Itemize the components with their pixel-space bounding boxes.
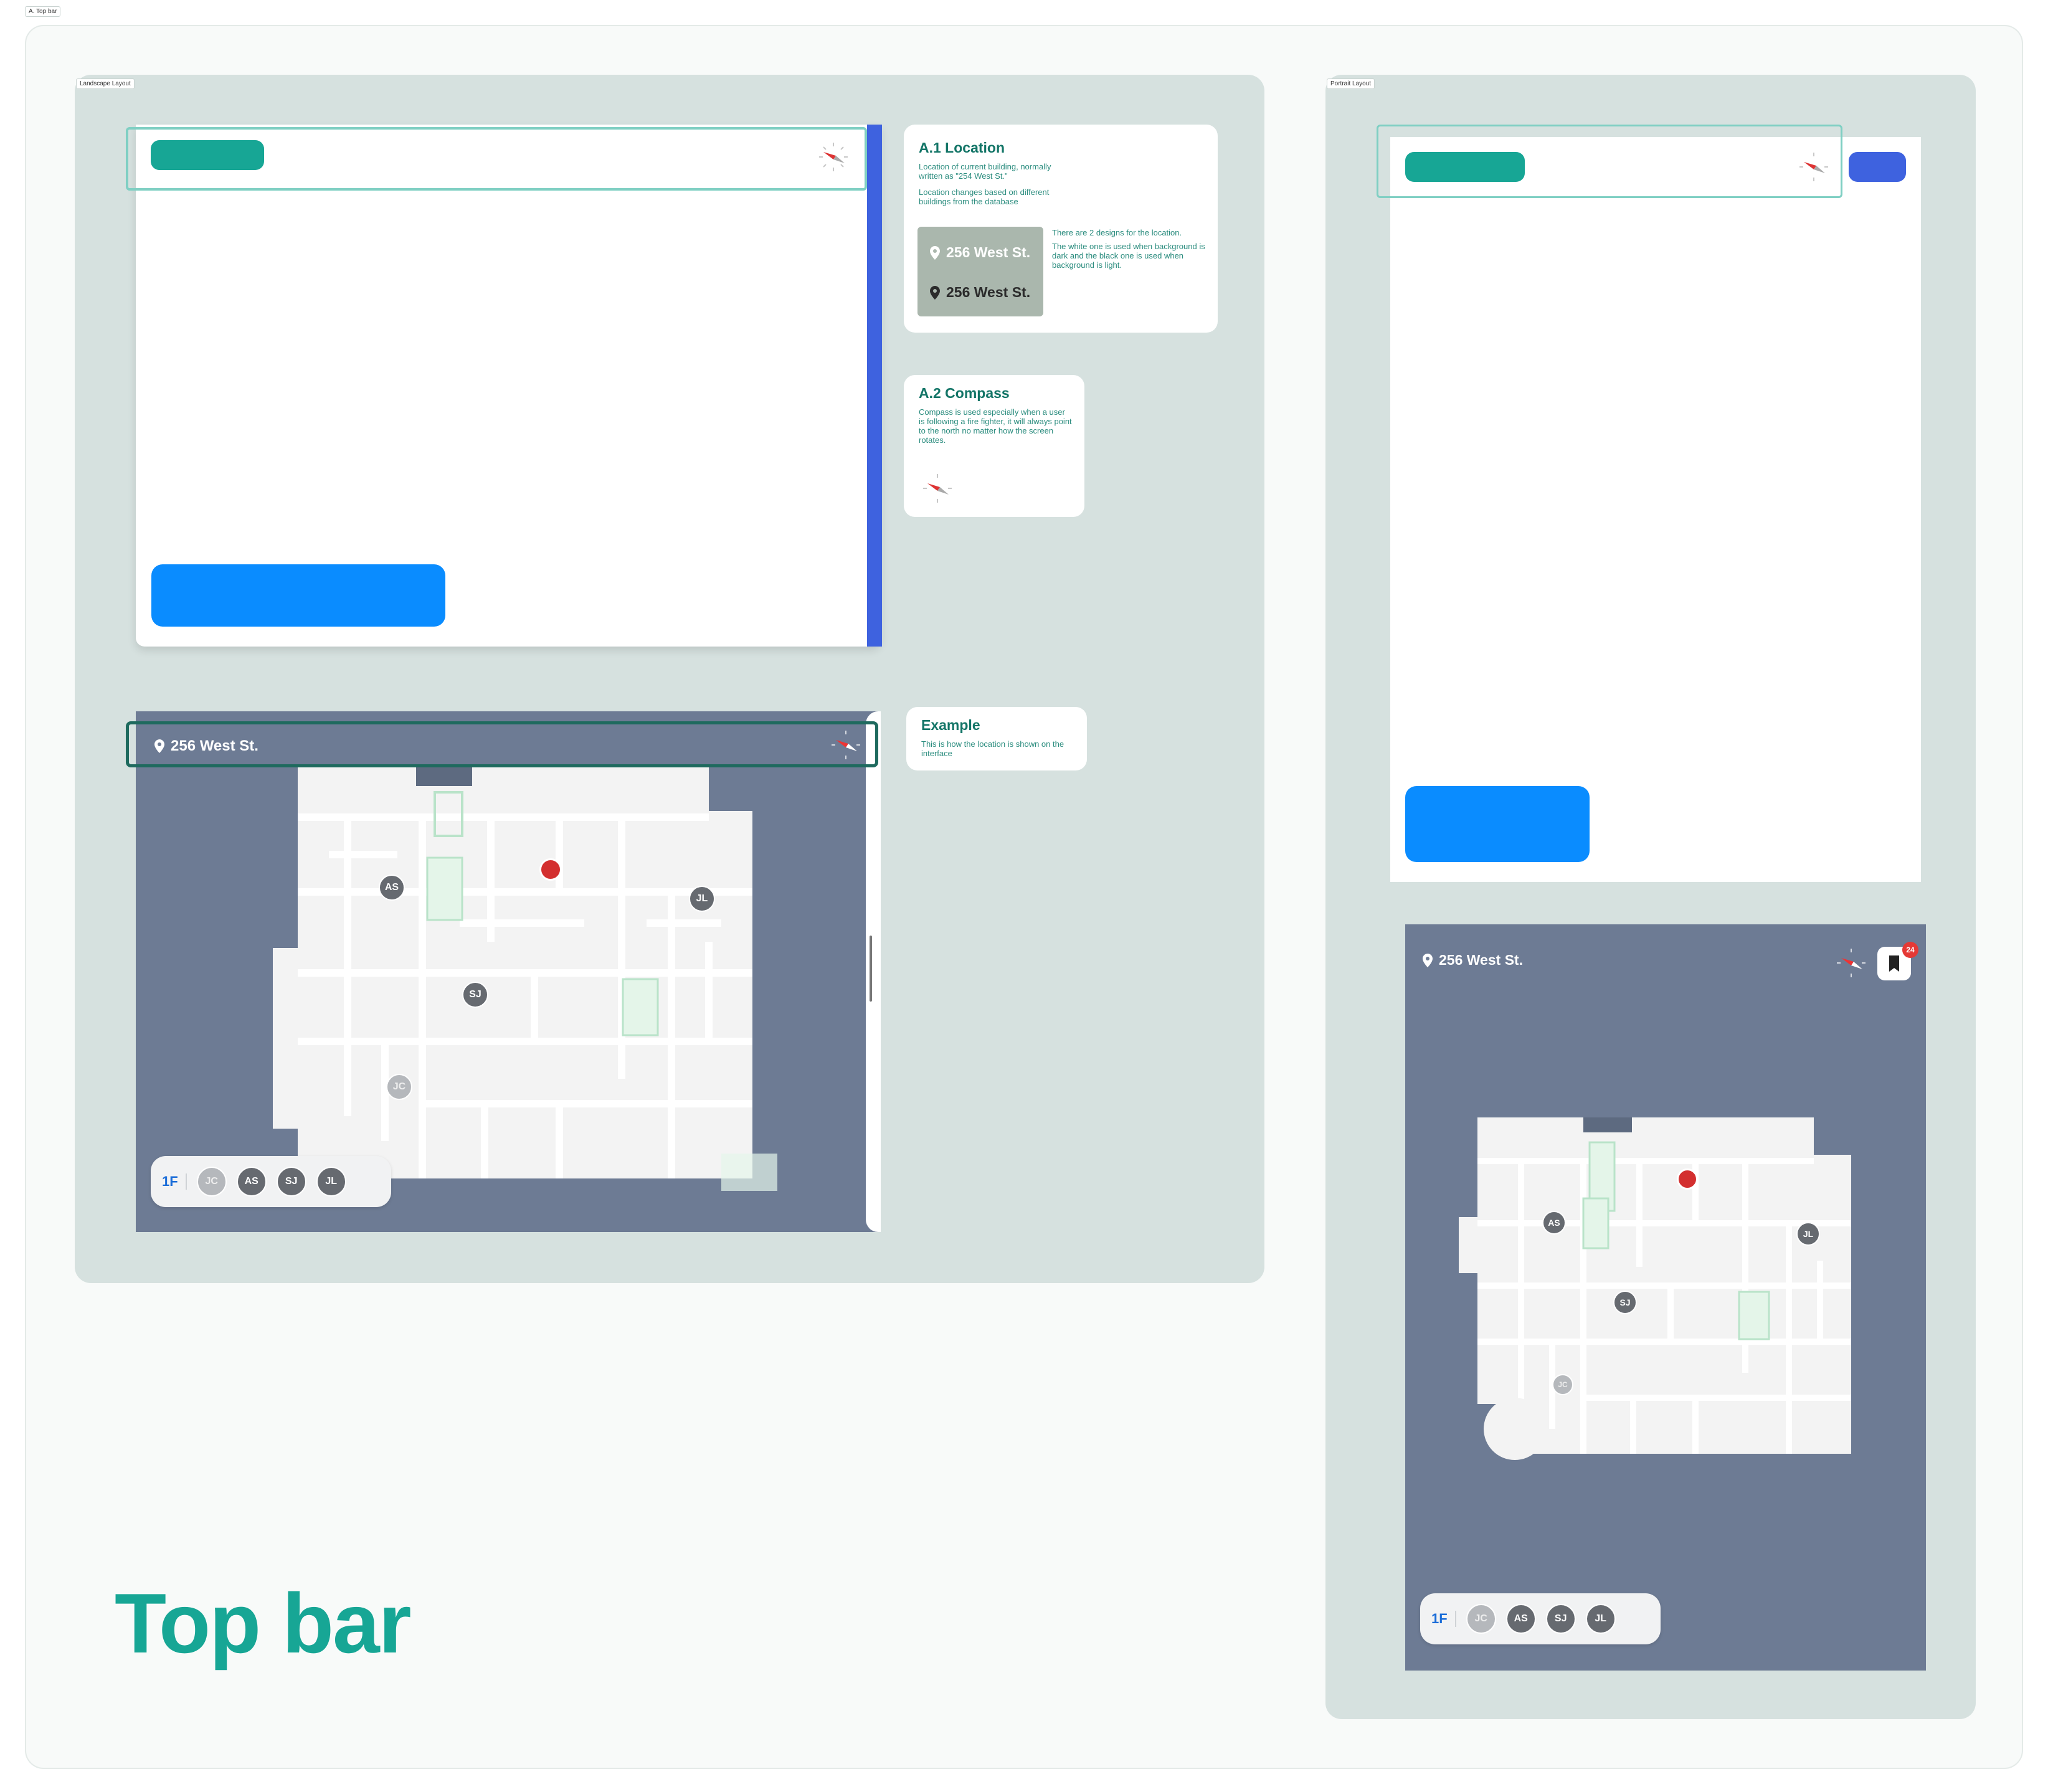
landscape-side-strip (867, 125, 882, 647)
compass-icon[interactable] (1835, 947, 1867, 982)
location-text: 256 West St. (1439, 952, 1524, 968)
team-avatar[interactable]: SJ (276, 1167, 306, 1197)
portrait-map-screen: 256 West St. 24 AS JL SJ JC 1F JC AS SJ … (1405, 924, 1926, 1671)
floor-bar: 1F JC AS SJ JL (151, 1156, 391, 1207)
location-card-desc1: Location of current building, normally w… (919, 162, 1051, 181)
compass-icon (921, 472, 954, 508)
location-samples: 256 West St. 256 West St. (917, 227, 1043, 316)
map-marker[interactable]: JC (386, 1074, 412, 1100)
compass-card-heading: A.2 Compass (919, 385, 1010, 401)
compass-card: A.2 Compass Compass is used especially w… (904, 375, 1084, 517)
map-pin-icon (930, 285, 940, 300)
side-action-placeholder (1849, 152, 1906, 182)
map-marker[interactable]: SJ (462, 982, 488, 1008)
map-marker[interactable]: SJ (1613, 1291, 1637, 1314)
location-card-heading: A.1 Location (919, 140, 1005, 156)
location-card-side-note1: There are 2 designs for the location. (1052, 228, 1182, 237)
map-pin-icon (930, 245, 940, 260)
bookmark-icon (1889, 955, 1899, 972)
example-card: Example This is how the location is show… (906, 707, 1087, 770)
map-pin-icon (1423, 953, 1433, 967)
location-label: 256 West St. (1423, 952, 1523, 969)
firefighter-icon[interactable] (539, 858, 562, 881)
team-avatar[interactable]: SJ (1545, 1604, 1576, 1634)
location-card: A.1 Location Location of current buildin… (904, 125, 1218, 333)
map-marker[interactable]: JC (1552, 1374, 1573, 1395)
frame-label: A. Top bar (25, 6, 61, 17)
map-marker[interactable]: AS (379, 875, 405, 901)
location-white-sample: 256 West St. (930, 244, 1030, 261)
firefighter-icon[interactable] (1677, 1169, 1698, 1190)
team-avatar[interactable]: JL (316, 1167, 346, 1197)
team-avatar[interactable]: JC (1466, 1604, 1496, 1634)
location-card-side-note2: The white one is used when background is… (1052, 242, 1205, 270)
top-bar-outline (1377, 125, 1842, 198)
team-avatar[interactable]: JC (196, 1167, 227, 1197)
landscape-map-side-edge (866, 711, 881, 1232)
example-card-desc: This is how the location is shown on the… (921, 739, 1064, 758)
landscape-label: Landscape Layout (76, 78, 135, 89)
bottom-panel-placeholder (151, 564, 445, 627)
map-marker[interactable]: JL (689, 886, 715, 912)
location-card-desc2: Location changes based on different buil… (919, 187, 1050, 206)
team-avatar[interactable]: AS (1505, 1604, 1536, 1634)
example-top-bar-outline (126, 721, 878, 767)
floor-plan[interactable] (273, 767, 796, 1191)
drag-handle[interactable] (870, 936, 872, 1002)
floor-label[interactable]: 1F (1431, 1611, 1456, 1627)
floor-plan[interactable] (1459, 1117, 1882, 1466)
landscape-map-screen: AS JL SJ JC 256 West St. 1F JC AS SJ JL (136, 711, 881, 1232)
portrait-screen (1390, 137, 1921, 882)
location-black-sample: 256 West St. (930, 284, 1030, 301)
page-title: Top bar (115, 1576, 412, 1671)
bottom-panel-placeholder (1405, 786, 1590, 862)
top-bar-outline (126, 127, 867, 191)
notification-badge: 24 (1902, 942, 1918, 958)
team-avatar[interactable]: JL (1585, 1604, 1616, 1634)
location-black-text: 256 West St. (946, 284, 1031, 300)
example-card-heading: Example (921, 717, 980, 733)
map-marker[interactable]: AS (1542, 1211, 1566, 1235)
floor-bar: 1F JC AS SJ JL (1420, 1593, 1661, 1644)
location-white-text: 256 West St. (946, 244, 1031, 260)
compass-card-desc: Compass is used especially when a user i… (919, 407, 1072, 445)
map-marker[interactable]: JL (1796, 1222, 1820, 1246)
portrait-label: Portrait Layout (1327, 78, 1375, 89)
team-avatar[interactable]: AS (236, 1167, 267, 1197)
floor-label[interactable]: 1F (162, 1173, 187, 1190)
